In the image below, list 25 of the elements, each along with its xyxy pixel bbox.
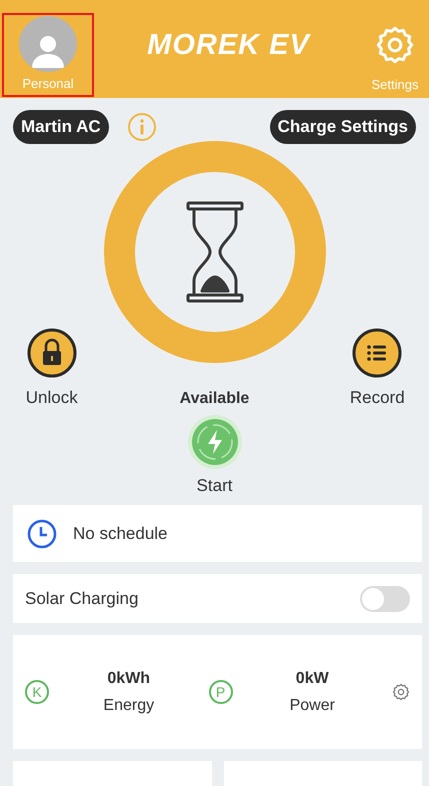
- solar-label: Solar Charging: [25, 588, 138, 608]
- settings-icon[interactable]: [392, 683, 410, 701]
- list-icon: [352, 328, 402, 378]
- logo: MOREK EV: [147, 28, 310, 62]
- metric-badge: P: [208, 680, 232, 704]
- status-label: Available: [180, 390, 250, 408]
- list-action-button[interactable]: Record: [326, 141, 429, 496]
- lock-action-button[interactable]: Unlock: [0, 141, 104, 496]
- schedule-card[interactable]: No schedule: [13, 505, 422, 562]
- start-button[interactable]: Start: [186, 414, 242, 496]
- clock-icon: [27, 518, 57, 548]
- metric-label: Energy: [103, 696, 154, 714]
- metric-badge: K: [25, 680, 49, 704]
- info-icon[interactable]: [126, 112, 157, 142]
- charger-name-button[interactable]: Martin AC: [13, 110, 109, 144]
- metric-label: Power: [290, 696, 335, 714]
- schedule-text: No schedule: [73, 524, 168, 544]
- gear-icon: [375, 25, 415, 65]
- lightning-icon: [186, 414, 242, 470]
- hourglass-icon: [186, 202, 243, 302]
- solar-toggle[interactable]: [360, 586, 410, 612]
- metric-value: 0kWh: [107, 670, 150, 688]
- metric-value: 0kW: [296, 670, 329, 688]
- charge-settings-button[interactable]: Charge Settings: [270, 110, 416, 144]
- padlock-icon: [26, 328, 77, 378]
